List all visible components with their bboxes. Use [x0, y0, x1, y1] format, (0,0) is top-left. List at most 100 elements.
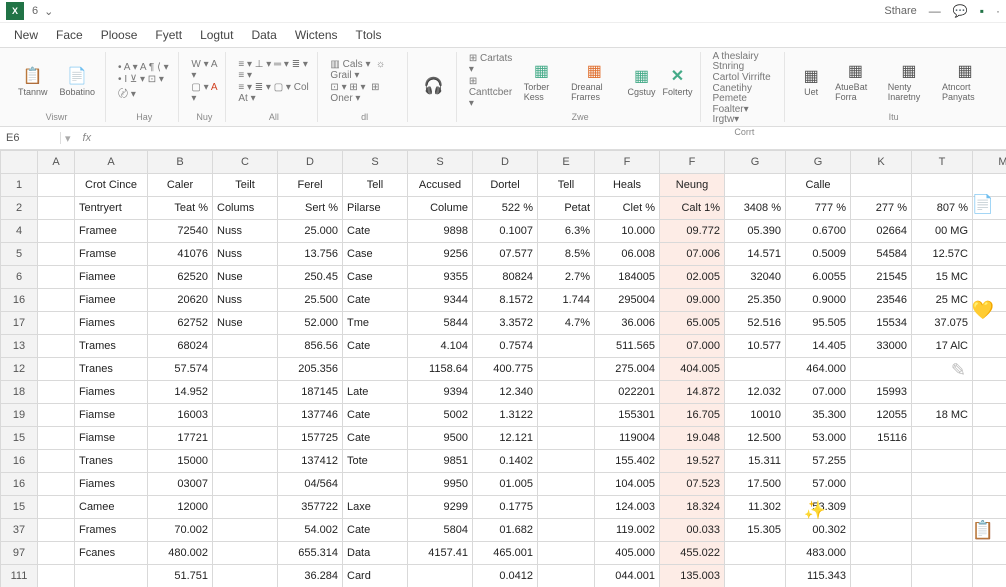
cell[interactable]	[343, 358, 408, 381]
cell[interactable]: 12055	[851, 404, 912, 427]
cell[interactable]: 00.033	[660, 519, 725, 542]
cell[interactable]: 18 MC	[912, 404, 973, 427]
copy-button[interactable]: 📄Bobatino	[56, 64, 100, 99]
cell[interactable]	[912, 496, 973, 519]
cell[interactable]: 17721	[148, 427, 213, 450]
cell[interactable]: Cate	[343, 289, 408, 312]
cell[interactable]: Fiamse	[75, 404, 148, 427]
cell[interactable]: 09.772	[660, 220, 725, 243]
cell[interactable]: Fiamee	[75, 289, 148, 312]
cell[interactable]: 36.006	[595, 312, 660, 335]
cell[interactable]: 0.0412	[473, 565, 538, 587]
row-header[interactable]: 16	[1, 450, 38, 473]
cell[interactable]	[973, 220, 1006, 243]
cell[interactable]: 9500	[408, 427, 473, 450]
canttcber-dropdown[interactable]: ⊞ Canttcber ▾	[467, 76, 516, 109]
cell[interactable]: 15116	[851, 427, 912, 450]
cell[interactable]	[973, 335, 1006, 358]
cell[interactable]: 135.003	[660, 565, 725, 587]
cell[interactable]	[973, 519, 1006, 542]
cell[interactable]: 8.5%	[538, 243, 595, 266]
col-header[interactable]: A	[38, 151, 75, 174]
spreadsheet-grid[interactable]: AABCDSSDEFFGGKTMUNE1Crot CinceCalerTeilt…	[0, 150, 1006, 587]
cell[interactable]	[851, 473, 912, 496]
cell[interactable]: 4.7%	[538, 312, 595, 335]
cell[interactable]: 404.005	[660, 358, 725, 381]
cell[interactable]	[38, 266, 75, 289]
cell[interactable]: 19.527	[660, 450, 725, 473]
cell[interactable]: Cate	[343, 335, 408, 358]
cell[interactable]: 72540	[148, 220, 213, 243]
cell[interactable]	[725, 174, 786, 197]
cell[interactable]: 25.000	[278, 220, 343, 243]
cell[interactable]: 52.516	[725, 312, 786, 335]
cell[interactable]	[38, 404, 75, 427]
cell[interactable]	[213, 565, 278, 587]
cell[interactable]	[213, 358, 278, 381]
cell[interactable]: 455.022	[660, 542, 725, 565]
menu-data[interactable]: Data	[251, 28, 276, 42]
cell[interactable]	[343, 473, 408, 496]
cell[interactable]: 25.500	[278, 289, 343, 312]
cell[interactable]	[538, 358, 595, 381]
cell[interactable]: 022201	[595, 381, 660, 404]
cell[interactable]	[213, 542, 278, 565]
row-header[interactable]: 16	[1, 289, 38, 312]
cell[interactable]: 4157.41	[408, 542, 473, 565]
cell[interactable]: Fiames	[75, 473, 148, 496]
align-buttons-1[interactable]: ≡ ▾ ⊥ ▾ ═ ▾ ≣ ▾ ≡ ▾	[236, 59, 311, 81]
col-header[interactable]: C	[213, 151, 278, 174]
uet-button[interactable]: ▦Uet	[795, 64, 827, 99]
cell[interactable]	[38, 473, 75, 496]
cell[interactable]: 57.000	[786, 473, 851, 496]
cell[interactable]: 0.1007	[473, 220, 538, 243]
cell[interactable]: 25.350	[725, 289, 786, 312]
cell[interactable]: 9851	[408, 450, 473, 473]
cell[interactable]: 4.104	[408, 335, 473, 358]
share-label[interactable]: Sthare	[884, 5, 916, 17]
cell[interactable]	[973, 473, 1006, 496]
cell[interactable]: 0.5009	[786, 243, 851, 266]
menu-fyett[interactable]: Fyett	[155, 28, 182, 42]
cell[interactable]	[912, 450, 973, 473]
cell[interactable]: 0.9000	[786, 289, 851, 312]
cell[interactable]	[973, 312, 1006, 335]
col-header[interactable]: G	[786, 151, 851, 174]
cell[interactable]	[538, 542, 595, 565]
row-header[interactable]: 97	[1, 542, 38, 565]
row-header[interactable]: 18	[1, 381, 38, 404]
cell[interactable]: Clet %	[595, 197, 660, 220]
cell[interactable]: 01.005	[473, 473, 538, 496]
cell[interactable]: Tell	[343, 174, 408, 197]
paste-button[interactable]: 📋Ttannw	[14, 64, 52, 99]
row-header[interactable]: 17	[1, 312, 38, 335]
cell[interactable]: Neung	[660, 174, 725, 197]
cell[interactable]	[851, 358, 912, 381]
cell[interactable]: 250.45	[278, 266, 343, 289]
cell[interactable]: 03007	[148, 473, 213, 496]
select-all-corner[interactable]	[1, 151, 38, 174]
cell[interactable]: 15534	[851, 312, 912, 335]
cell[interactable]: 17.500	[725, 473, 786, 496]
cell[interactable]: 119004	[595, 427, 660, 450]
cell[interactable]	[213, 519, 278, 542]
comment-icon[interactable]: 💬	[953, 4, 968, 18]
cell[interactable]: 00 MG	[912, 220, 973, 243]
cell[interactable]: 12.500	[725, 427, 786, 450]
cell[interactable]: 62520	[148, 266, 213, 289]
cell[interactable]: 10.000	[595, 220, 660, 243]
cell[interactable]	[38, 243, 75, 266]
cell[interactable]: Cate	[343, 404, 408, 427]
row-header[interactable]: 15	[1, 427, 38, 450]
cell[interactable]: Accused	[408, 174, 473, 197]
cell[interactable]: 8.1572	[473, 289, 538, 312]
cell[interactable]: 655.314	[278, 542, 343, 565]
cell[interactable]: Cate	[343, 220, 408, 243]
cell[interactable]: 54.002	[278, 519, 343, 542]
cell[interactable]: 70.002	[148, 519, 213, 542]
cell[interactable]: 5844	[408, 312, 473, 335]
cell[interactable]: 9394	[408, 381, 473, 404]
cell[interactable]	[38, 519, 75, 542]
cell[interactable]: Heals	[595, 174, 660, 197]
cell[interactable]: 52.000	[278, 312, 343, 335]
